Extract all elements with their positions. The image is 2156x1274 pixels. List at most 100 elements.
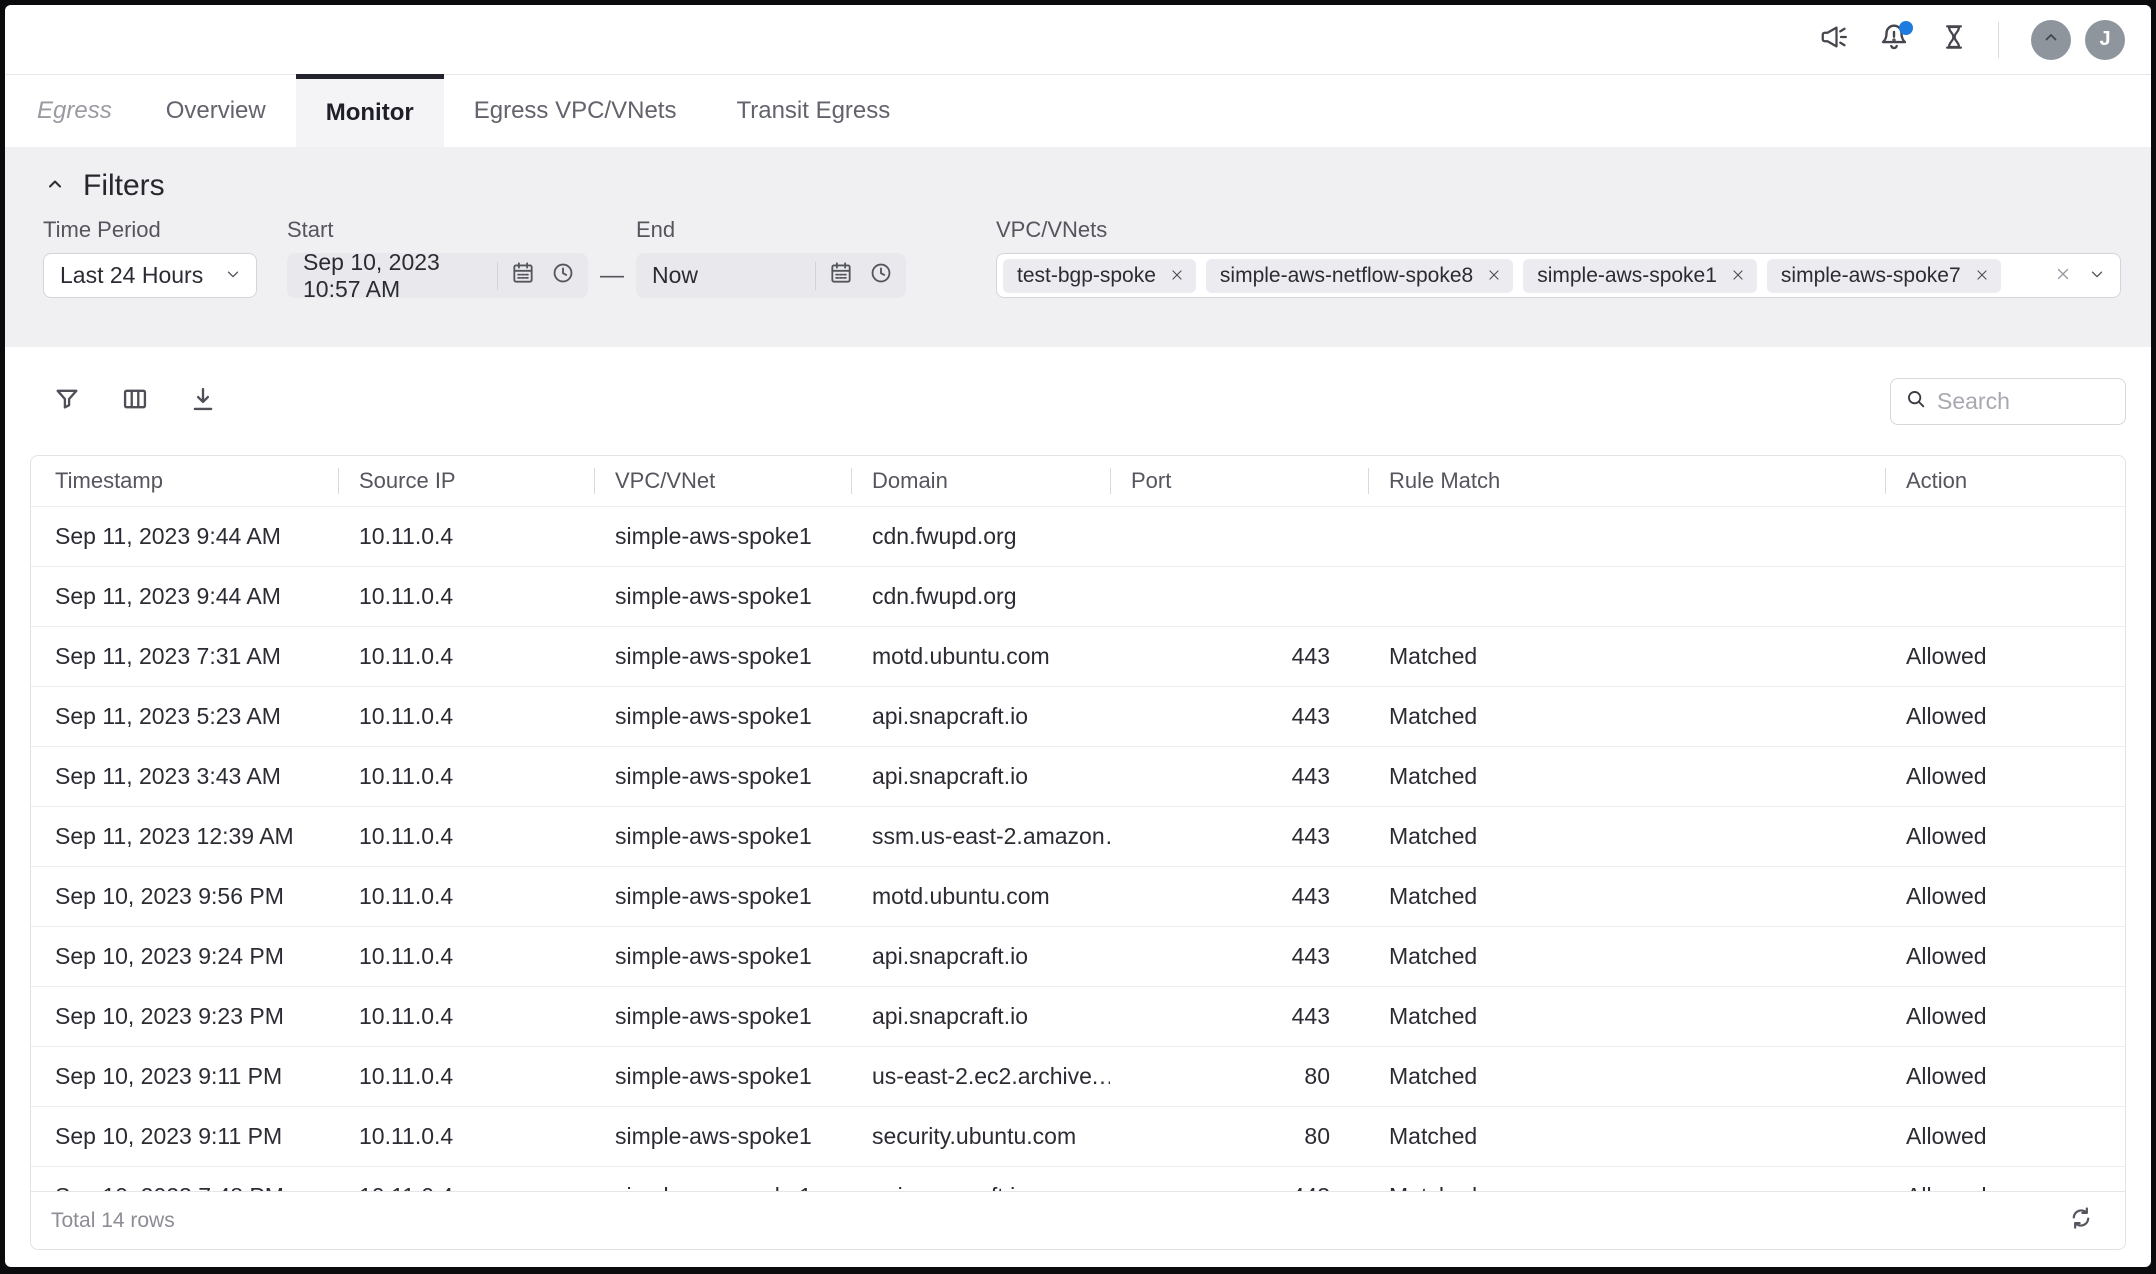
end-datetime-input[interactable]: Now — [636, 253, 906, 298]
calendar-icon[interactable] — [828, 260, 854, 292]
table-row[interactable]: Sep 11, 2023 3:43 AM 10.11.0.4 simple-aw… — [31, 746, 2125, 806]
chevron-down-icon[interactable] — [2088, 262, 2106, 289]
table-row[interactable]: Sep 10, 2023 9:24 PM 10.11.0.4 simple-aw… — [31, 926, 2125, 986]
cell-action: Allowed — [1885, 1183, 2125, 1191]
cell-rule-match: Matched — [1368, 643, 1885, 670]
close-icon[interactable] — [1975, 264, 1989, 288]
vpc-chip: simple-aws-spoke1 — [1523, 259, 1757, 293]
table-row[interactable]: Sep 10, 2023 7:48 PM 10.11.0.4 simple-aw… — [31, 1166, 2125, 1191]
cell-vpc-vnet: simple-aws-spoke1 — [594, 943, 851, 970]
cell-rule-match: Matched — [1368, 1183, 1885, 1191]
table-row[interactable]: Sep 11, 2023 12:39 AM 10.11.0.4 simple-a… — [31, 806, 2125, 866]
vpc-chip: simple-aws-netflow-spoke8 — [1206, 259, 1513, 293]
cell-domain: api.snapcraft.io — [851, 703, 1110, 730]
row-count: Total 14 rows — [51, 1209, 175, 1233]
calendar-icon[interactable] — [510, 260, 536, 292]
table-body: Sep 11, 2023 9:44 AM 10.11.0.4 simple-aw… — [31, 506, 2125, 1191]
vpc-chip: test-bgp-spoke — [1003, 259, 1196, 293]
time-period-field: Time Period Last 24 Hours — [43, 217, 257, 298]
cell-source-ip: 10.11.0.4 — [338, 1003, 594, 1030]
vpc-chip-label: simple-aws-spoke7 — [1781, 264, 1961, 288]
section-label-egress: Egress — [5, 75, 136, 147]
clear-selection-icon[interactable] — [2054, 262, 2072, 289]
cell-timestamp: Sep 10, 2023 9:11 PM — [31, 1063, 338, 1090]
filter-rows-button[interactable] — [44, 378, 90, 424]
user-avatar[interactable]: J — [2085, 20, 2125, 60]
toolbar-buttons — [44, 378, 226, 424]
events-table: Timestamp Source IP VPC/VNet Domain Port… — [30, 455, 2126, 1250]
tab-monitor[interactable]: Monitor — [296, 74, 444, 147]
table-row[interactable]: Sep 11, 2023 9:44 AM 10.11.0.4 simple-aw… — [31, 566, 2125, 626]
table-footer: Total 14 rows — [31, 1191, 2125, 1249]
vpc-chip-label: test-bgp-spoke — [1017, 264, 1156, 288]
cell-timestamp: Sep 10, 2023 9:23 PM — [31, 1003, 338, 1030]
cell-domain: cdn.fwupd.org — [851, 523, 1110, 550]
close-icon[interactable] — [1170, 264, 1184, 288]
time-period-value: Last 24 Hours — [60, 262, 203, 289]
filters-collapse-toggle[interactable]: Filters — [5, 147, 225, 203]
table-row[interactable]: Sep 11, 2023 9:44 AM 10.11.0.4 simple-aw… — [31, 506, 2125, 566]
cell-timestamp: Sep 11, 2023 9:44 AM — [31, 523, 338, 550]
cell-vpc-vnet: simple-aws-spoke1 — [594, 1183, 851, 1191]
app-window: J Egress Overview Monitor Egress VPC/VNe… — [5, 5, 2151, 1267]
column-header-timestamp: Timestamp — [31, 456, 338, 506]
filters-panel: Filters Time Period Last 24 Hours Start … — [5, 147, 2151, 347]
chevron-up-icon — [2039, 25, 2063, 55]
table-row[interactable]: Sep 10, 2023 9:11 PM 10.11.0.4 simple-aw… — [31, 1106, 2125, 1166]
close-icon[interactable] — [1731, 264, 1745, 288]
end-value: Now — [652, 262, 803, 289]
tab-transit-egress[interactable]: Transit Egress — [706, 75, 920, 147]
cell-domain: security.ubuntu.com — [851, 1123, 1110, 1150]
column-header-action: Action — [1885, 456, 2125, 506]
table-row[interactable]: Sep 11, 2023 5:23 AM 10.11.0.4 simple-aw… — [31, 686, 2125, 746]
cell-rule-match: Matched — [1368, 823, 1885, 850]
table-row[interactable]: Sep 10, 2023 9:23 PM 10.11.0.4 simple-aw… — [31, 986, 2125, 1046]
cell-vpc-vnet: simple-aws-spoke1 — [594, 823, 851, 850]
cell-timestamp: Sep 11, 2023 12:39 AM — [31, 823, 338, 850]
time-period-label: Time Period — [43, 217, 257, 243]
filter-icon — [53, 385, 81, 418]
table-row[interactable]: Sep 10, 2023 9:11 PM 10.11.0.4 simple-aw… — [31, 1046, 2125, 1106]
end-label: End — [636, 217, 906, 243]
cell-vpc-vnet: simple-aws-spoke1 — [594, 883, 851, 910]
cell-domain: ssm.us-east-2.amazon… — [851, 823, 1110, 850]
cell-timestamp: Sep 10, 2023 7:48 PM — [31, 1183, 338, 1191]
cell-vpc-vnet: simple-aws-spoke1 — [594, 703, 851, 730]
table-row[interactable]: Sep 10, 2023 9:56 PM 10.11.0.4 simple-aw… — [31, 866, 2125, 926]
search-input[interactable] — [1937, 388, 2113, 415]
cell-rule-match: Matched — [1368, 943, 1885, 970]
org-avatar[interactable] — [2031, 20, 2071, 60]
vpc-vnets-field: VPC/VNets test-bgp-spoke simple-aws-netf… — [996, 217, 2121, 298]
notifications-button[interactable] — [1872, 18, 1916, 62]
clock-icon[interactable] — [550, 260, 576, 292]
topbar-divider — [1998, 22, 1999, 58]
cell-port: 80 — [1110, 1123, 1368, 1150]
time-period-select[interactable]: Last 24 Hours — [43, 253, 257, 298]
tab-egress-vpc-vnets[interactable]: Egress VPC/VNets — [444, 75, 707, 147]
clock-icon[interactable] — [868, 260, 894, 292]
cell-action: Allowed — [1885, 883, 2125, 910]
table-row[interactable]: Sep 11, 2023 7:31 AM 10.11.0.4 simple-aw… — [31, 626, 2125, 686]
cell-port: 443 — [1110, 703, 1368, 730]
column-header-rule-match: Rule Match — [1368, 456, 1885, 506]
refresh-button[interactable] — [2059, 1199, 2103, 1243]
tab-bar: Egress Overview Monitor Egress VPC/VNets… — [5, 75, 2151, 147]
hourglass-icon — [1939, 22, 1969, 57]
close-icon[interactable] — [1487, 264, 1501, 288]
cell-action: Allowed — [1885, 703, 2125, 730]
cell-domain: api.snapcraft.io — [851, 763, 1110, 790]
cell-timestamp: Sep 10, 2023 9:24 PM — [31, 943, 338, 970]
cell-action: Allowed — [1885, 943, 2125, 970]
tab-overview[interactable]: Overview — [136, 75, 296, 147]
filters-title: Filters — [83, 169, 165, 203]
download-button[interactable] — [180, 378, 226, 424]
tasks-button[interactable] — [1932, 18, 1976, 62]
columns-button[interactable] — [112, 378, 158, 424]
cell-action: Allowed — [1885, 1123, 2125, 1150]
range-separator: — — [600, 253, 624, 298]
announcements-button[interactable] — [1812, 18, 1856, 62]
start-datetime-input[interactable]: Sep 10, 2023 10:57 AM — [287, 253, 588, 298]
vpc-vnets-multiselect[interactable]: test-bgp-spoke simple-aws-netflow-spoke8… — [996, 253, 2121, 298]
column-header-vpc-vnet: VPC/VNet — [594, 456, 851, 506]
cell-domain: api.snapcraft.io — [851, 1183, 1110, 1191]
